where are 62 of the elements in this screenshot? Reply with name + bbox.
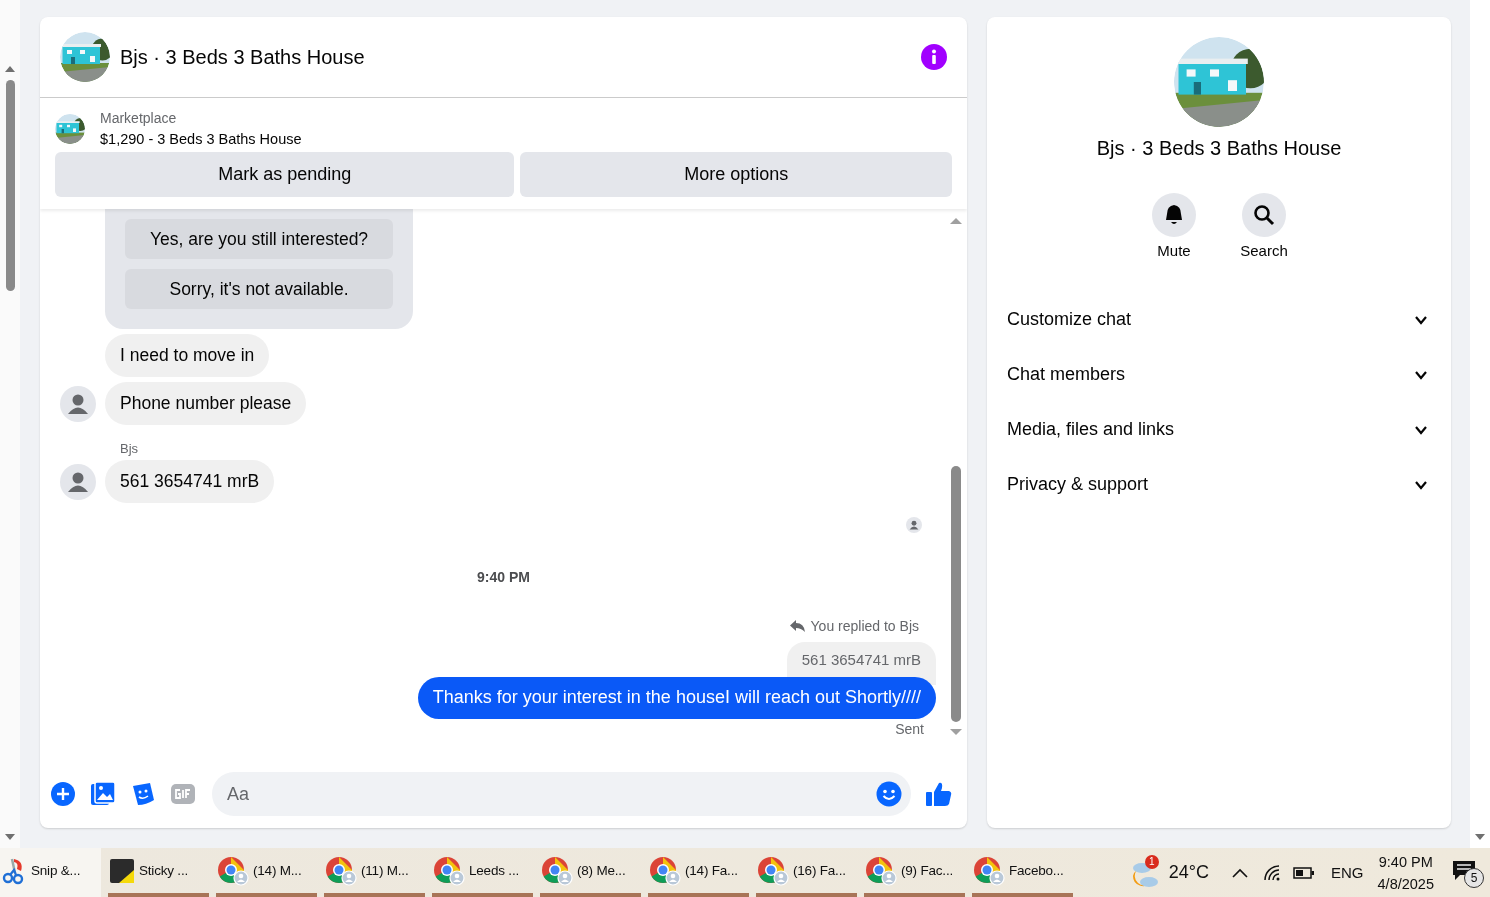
chevron-up-icon[interactable] xyxy=(1231,866,1250,879)
section-header[interactable]: Media, files and links xyxy=(995,402,1443,457)
mark-pending-button[interactable]: Mark as pending xyxy=(55,152,515,197)
battery-icon[interactable] xyxy=(1293,865,1316,880)
avatar-icon xyxy=(60,463,96,500)
thumbs-up-icon[interactable] xyxy=(925,780,953,808)
browser-icon xyxy=(973,855,1005,886)
chat-title: Bjs · 3 Beds 3 Baths House xyxy=(120,45,366,69)
seen-avatar-icon xyxy=(906,517,922,533)
taskbar-app[interactable]: (8) Me... xyxy=(540,848,641,897)
info-icon[interactable] xyxy=(921,44,947,70)
reply-icon xyxy=(789,619,805,633)
delivery-status: Sent xyxy=(895,721,924,737)
temperature: 24°C xyxy=(1168,862,1210,883)
sender-name: Bjs xyxy=(120,441,139,456)
chat-title: Bjs · 3 Beds 3 Baths House xyxy=(1096,137,1342,160)
reply-note: You replied to Bjs xyxy=(810,618,919,634)
taskbar-app[interactable]: Snip &... xyxy=(0,848,101,897)
message-bubble: Phone number please xyxy=(105,382,307,425)
browser-icon xyxy=(541,855,573,886)
mute-button[interactable]: Mute xyxy=(1139,193,1209,259)
browser-icon xyxy=(757,855,789,886)
emoji-icon[interactable] xyxy=(876,781,902,807)
quick-reply-button[interactable]: Yes, are you still interested? xyxy=(125,219,393,259)
bell-icon xyxy=(1164,204,1184,226)
message-field[interactable]: Aa xyxy=(212,772,911,816)
listing-source: Marketplace xyxy=(100,110,178,126)
taskbar-app[interactable]: Sticky ... xyxy=(108,848,209,897)
listing-summary: $1,290 - 3 Beds 3 Baths House xyxy=(100,131,302,147)
message-bubble: Thanks for your interest in the houseI will reach out Shortly//// xyxy=(417,677,936,719)
add-icon[interactable] xyxy=(50,781,76,807)
sticky-note-icon xyxy=(109,857,135,884)
taskbar-app[interactable]: (16) Fa... xyxy=(756,848,857,897)
browser-icon xyxy=(433,855,465,886)
section-header[interactable]: Chat members xyxy=(995,347,1443,402)
search-icon xyxy=(1253,204,1275,226)
timestamp: 9:40 PM xyxy=(477,569,530,585)
quick-reply-button[interactable]: Sorry, it's not available. xyxy=(125,269,393,309)
message-bubble: 561 3654741 mrB xyxy=(105,460,275,503)
section-header[interactable]: Customize chat xyxy=(995,292,1443,347)
browser-icon xyxy=(217,855,249,886)
notification-badge: 1 xyxy=(1144,854,1159,869)
taskbar-app[interactable]: (14) M... xyxy=(216,848,317,897)
taskbar-app[interactable]: (9) Fac... xyxy=(864,848,965,897)
language-indicator[interactable]: ENG xyxy=(1331,864,1364,881)
avatar-icon xyxy=(60,385,96,422)
search-button[interactable]: Search xyxy=(1229,193,1299,259)
taskbar-app[interactable]: Leeds ... xyxy=(432,848,533,897)
clock-date[interactable]: 4/8/2025 xyxy=(1377,872,1434,895)
section-header[interactable]: Privacy & support xyxy=(995,457,1443,512)
browser-icon xyxy=(649,855,681,886)
clock-time[interactable]: 9:40 PM xyxy=(1378,850,1433,873)
message-bubble: I need to move in xyxy=(105,334,270,377)
browser-icon xyxy=(325,855,357,886)
notification-count: 5 xyxy=(1464,867,1484,888)
browser-icon xyxy=(865,855,897,886)
taskbar-app[interactable]: (14) Fa... xyxy=(648,848,749,897)
taskbar-app[interactable]: (11) M... xyxy=(324,848,425,897)
image-icon[interactable] xyxy=(90,781,116,807)
sticker-icon[interactable] xyxy=(130,781,156,807)
taskbar-app[interactable]: Facebo... xyxy=(972,848,1073,897)
more-options-button[interactable]: More options xyxy=(520,152,952,197)
